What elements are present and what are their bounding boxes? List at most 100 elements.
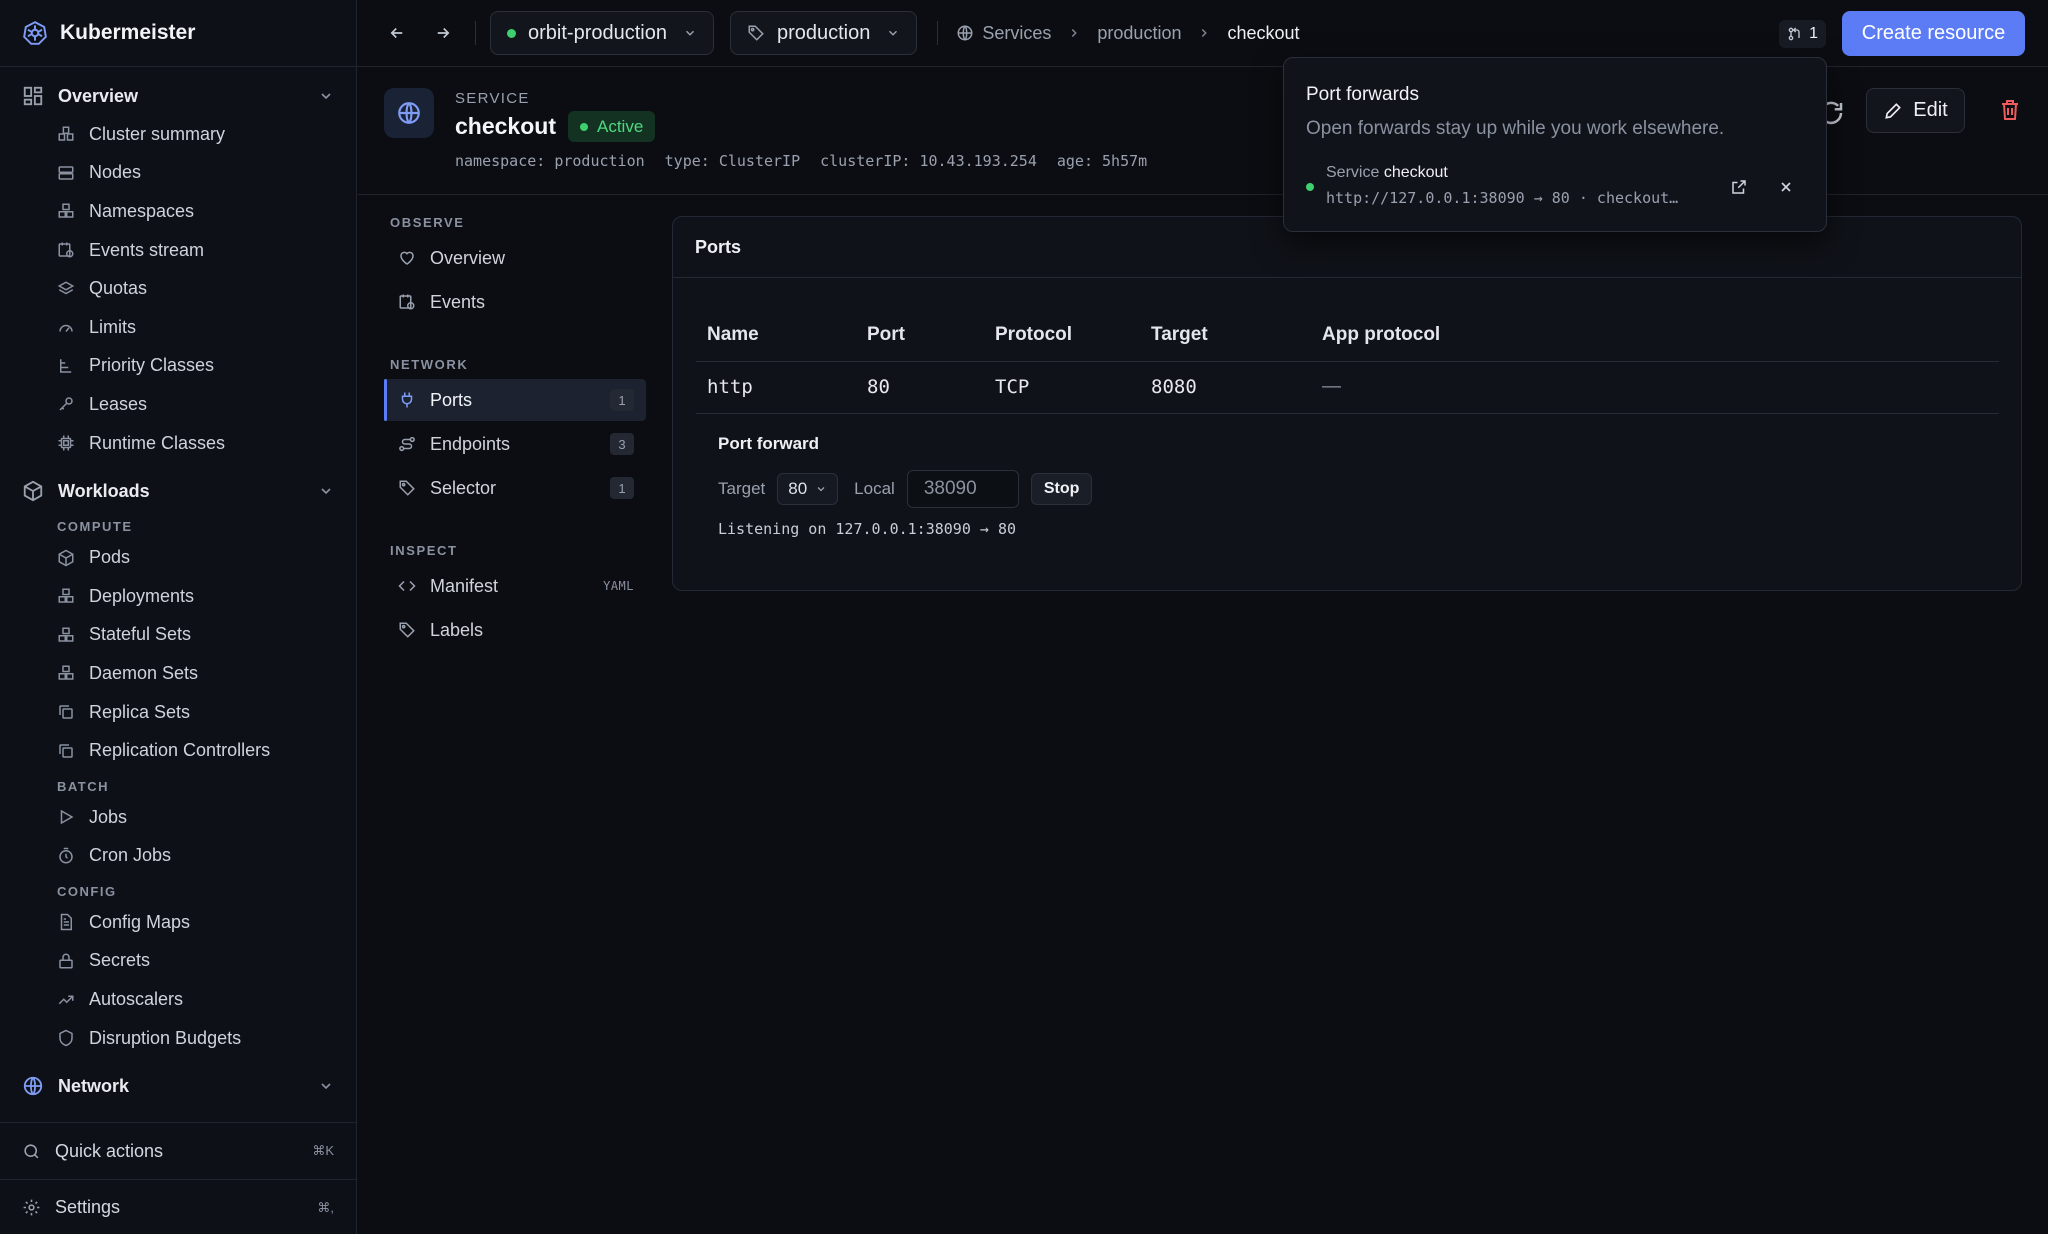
gauge-icon: [59, 325, 73, 333]
target-select[interactable]: 80: [777, 473, 839, 505]
server-icon: [58, 166, 74, 180]
nav-group-label: Workloads: [58, 480, 150, 501]
sidebar-item-replica-sets[interactable]: Replica Sets: [0, 693, 356, 732]
external-link-icon[interactable]: [1730, 178, 1748, 196]
nav-group-workloads[interactable]: Workloads: [0, 472, 356, 510]
tab-labels[interactable]: Labels: [384, 609, 646, 651]
back-button[interactable]: [379, 15, 415, 51]
quick-actions-button[interactable]: Quick actions ⌘K: [0, 1123, 356, 1179]
sidebar-item-label: Replica Sets: [89, 701, 191, 722]
sidebar-item-disruption-budgets[interactable]: Disruption Budgets: [0, 1019, 356, 1058]
popover-title: Port forwards: [1306, 84, 1419, 105]
sidebar-item-label: Pods: [89, 547, 131, 568]
sidebar-item-label: Disruption Budgets: [89, 1027, 242, 1048]
sidebar-item-nodes[interactable]: Nodes: [0, 154, 356, 193]
cluster-status-dot: [507, 28, 516, 38]
stop-button[interactable]: Stop: [1030, 473, 1093, 505]
close-icon[interactable]: [1778, 179, 1794, 195]
brand[interactable]: Kubermeister: [0, 0, 356, 67]
sidebar-item-cron-jobs[interactable]: Cron Jobs: [0, 837, 356, 876]
forward-url: http://127.0.0.1:38090 → 80 · checkout…: [1326, 189, 1679, 207]
globe-icon: [957, 25, 973, 41]
namespace-selector[interactable]: production: [729, 11, 918, 55]
settings-button[interactable]: Settings ⌘,: [0, 1179, 356, 1234]
gear-icon: [23, 1199, 40, 1216]
forward-button[interactable]: [425, 15, 461, 51]
search-icon: [24, 1143, 39, 1158]
meta-cluster-ip: clusterIP: 10.43.193.254: [820, 152, 1037, 170]
sidebar-item-label: Events stream: [89, 239, 205, 260]
nav-group-label: Network: [58, 1075, 130, 1096]
tab-ports[interactable]: Ports 1: [384, 379, 646, 421]
tab-overview[interactable]: Overview: [384, 237, 646, 279]
target-value: 80: [788, 479, 808, 498]
sidebar-item-deployments[interactable]: Deployments: [0, 577, 356, 616]
sidebar-item-autoscalers[interactable]: Autoscalers: [0, 980, 356, 1019]
sidebar: Kubermeister Overview Cluster summary No…: [0, 0, 357, 1234]
cell-port: 80: [856, 361, 984, 414]
sidebar-item-namespaces[interactable]: Namespaces: [0, 192, 356, 231]
sidebar-item-pods[interactable]: Pods: [0, 538, 356, 577]
file-text-icon: [60, 914, 72, 931]
sidebar-item-limits[interactable]: Limits: [0, 308, 356, 347]
cluster-selector[interactable]: orbit-production: [490, 11, 714, 55]
port-forwards-popover: Port forwards Open forwards stay up whil…: [1283, 57, 1827, 232]
sidebar-item-label: Nodes: [89, 162, 142, 183]
status-badge: Active: [568, 111, 656, 142]
sidebar-item-replication-controllers[interactable]: Replication Controllers: [0, 731, 356, 770]
edit-button[interactable]: Edit: [1866, 88, 1965, 133]
breadcrumb-services[interactable]: Services: [982, 23, 1051, 44]
globe-icon: [23, 1077, 43, 1096]
namespace-name: production: [776, 21, 871, 44]
sidebar-nav[interactable]: Overview Cluster summary Nodes Namespace…: [0, 67, 356, 1122]
copy-icon: [59, 743, 73, 758]
local-port-input[interactable]: 38090: [906, 470, 1019, 508]
app-name: Kubermeister: [60, 21, 196, 44]
forward-kind: Service: [1326, 164, 1380, 181]
ports-table: Name Port Protocol Target App protocol h…: [696, 309, 1999, 414]
lock-icon: [59, 953, 73, 969]
sidebar-item-label: Deployments: [89, 585, 195, 606]
sidebar-item-jobs[interactable]: Jobs: [0, 798, 356, 837]
sidebar-item-events-stream[interactable]: Events stream: [0, 231, 356, 270]
tab-events[interactable]: Events: [384, 281, 646, 323]
sidebar-item-leases[interactable]: Leases: [0, 385, 356, 424]
column-header: Port: [856, 309, 984, 362]
chevron-down-icon: [817, 487, 825, 492]
tab-label: Manifest: [430, 575, 499, 596]
sidebar-item-daemon-sets[interactable]: Daemon Sets: [0, 654, 356, 693]
sidebar-item-label: Priority Classes: [89, 355, 215, 376]
port-forward-item[interactable]: Service checkout http://127.0.0.1:38090 …: [1306, 162, 1808, 212]
sidebar-item-runtime-classes[interactable]: Runtime Classes: [0, 424, 356, 463]
chevron-down-icon: [321, 1083, 331, 1090]
sidebar-item-label: Replication Controllers: [89, 740, 271, 761]
sidebar-item-priority-classes[interactable]: Priority Classes: [0, 347, 356, 386]
cell-protocol: TCP: [984, 361, 1140, 414]
tab-label: Events: [430, 291, 486, 312]
sidebar-item-secrets[interactable]: Secrets: [0, 942, 356, 981]
tab-selector[interactable]: Selector 1: [384, 467, 646, 509]
create-resource-button[interactable]: Create resource: [1842, 11, 2025, 56]
sidebar-item-cluster-summary[interactable]: Cluster summary: [0, 115, 356, 154]
page-title: checkout: [455, 113, 556, 139]
chip-icon: [58, 435, 74, 451]
sidebar-item-label: Leases: [89, 393, 148, 414]
key-icon: [59, 397, 73, 411]
plug-icon: [401, 392, 413, 408]
tab-endpoints[interactable]: Endpoints 3: [384, 423, 646, 465]
column-header: Protocol: [984, 309, 1140, 362]
sidebar-item-quotas[interactable]: Quotas: [0, 269, 356, 308]
divider: [937, 21, 939, 45]
tab-manifest[interactable]: Manifest YAML: [384, 565, 646, 607]
sidebar-item-stateful-sets[interactable]: Stateful Sets: [0, 616, 356, 655]
breadcrumb-namespace[interactable]: production: [1097, 23, 1181, 44]
trash-icon[interactable]: [1998, 98, 2022, 122]
port-forwards-toggle[interactable]: 1: [1779, 20, 1826, 48]
cell-target: 8080: [1140, 361, 1311, 414]
tab-count: 1: [610, 477, 634, 499]
nav-group-network[interactable]: Network: [0, 1067, 356, 1105]
sidebar-item-config-maps[interactable]: Config Maps: [0, 903, 356, 942]
sidebar-item-label: Daemon Sets: [89, 662, 199, 683]
edit-label: Edit: [1913, 99, 1948, 121]
nav-group-overview[interactable]: Overview: [0, 77, 356, 115]
